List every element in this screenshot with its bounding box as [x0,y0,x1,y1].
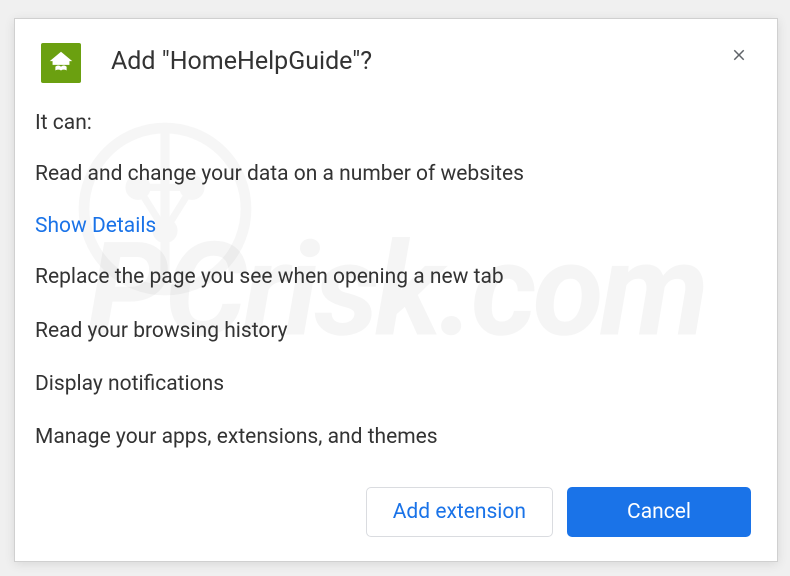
close-button[interactable] [727,43,751,67]
permission-item: Display notifications [35,371,757,398]
add-extension-button[interactable]: Add extension [366,487,553,537]
permission-item: Read your browsing history [35,318,757,345]
dialog-header: Add "HomeHelpGuide"? [15,19,777,99]
dialog-buttons: Add extension Cancel [366,487,751,537]
extension-install-dialog: PCrisk.com Add "HomeHelpGuide"? It can: … [14,18,778,562]
dialog-content: It can: Read and change your data on a n… [15,99,777,451]
extension-icon [41,43,81,83]
show-details-link[interactable]: Show Details [35,214,757,238]
cancel-button[interactable]: Cancel [567,487,751,537]
close-icon [730,46,748,64]
permission-item: Read and change your data on a number of… [35,161,757,188]
dialog-title: Add "HomeHelpGuide"? [111,47,372,76]
permission-item: Manage your apps, extensions, and themes [35,424,757,451]
permissions-intro: It can: [35,111,757,135]
permission-item: Replace the page you see when opening a … [35,264,757,291]
